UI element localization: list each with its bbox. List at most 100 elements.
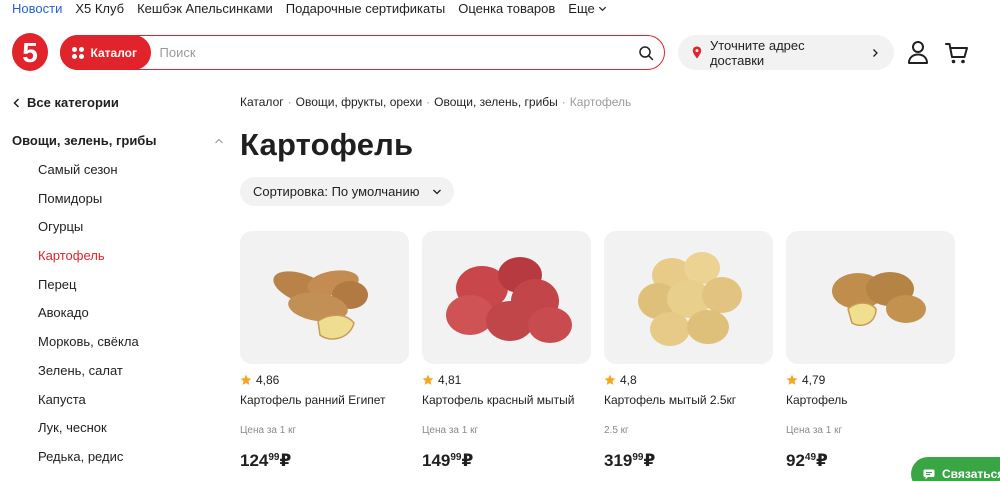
top-link-more-label: Еще bbox=[568, 1, 595, 16]
breadcrumb-separator: · bbox=[561, 95, 566, 109]
price-rubles: 92 bbox=[786, 451, 805, 470]
sidebar-item-avocado[interactable]: Авокадо bbox=[38, 303, 139, 332]
chevron-left-icon bbox=[13, 97, 20, 108]
product-card[interactable]: 4,8 Картофель мытый 2.5кг 2.5 кг 319 99 ₽ bbox=[604, 231, 773, 471]
product-image[interactable] bbox=[422, 231, 591, 364]
sort-label: Сортировка: По умолчанию bbox=[253, 184, 420, 199]
top-link-cashback[interactable]: Кешбэк Апельсинками bbox=[137, 0, 273, 17]
currency-symbol: ₽ bbox=[816, 451, 828, 470]
sidebar-item-radish[interactable]: Редька, редис bbox=[38, 447, 139, 476]
sidebar-item-cucumbers[interactable]: Огурцы bbox=[38, 217, 139, 246]
category-group-vegetables[interactable]: Овощи, зелень, грибы bbox=[12, 133, 224, 148]
product-card[interactable]: 4,86 Картофель ранний Египет Цена за 1 к… bbox=[240, 231, 409, 471]
top-link-more[interactable]: Еще bbox=[568, 0, 606, 17]
delivery-address-label: Уточните адрес доставки bbox=[709, 37, 805, 68]
sidebar-item-carrots-beets[interactable]: Морковь, свёкла bbox=[38, 332, 139, 361]
product-rating: 4,8 bbox=[604, 372, 773, 387]
sort-dropdown[interactable]: Сортировка: По умолчанию bbox=[240, 177, 454, 206]
potato-image-icon bbox=[637, 251, 742, 346]
currency-symbol: ₽ bbox=[279, 451, 292, 470]
star-icon bbox=[422, 374, 434, 385]
product-image[interactable] bbox=[604, 231, 773, 364]
product-card[interactable]: 4,79 Картофель Цена за 1 кг 92 49 ₽ bbox=[786, 231, 955, 471]
star-icon bbox=[240, 374, 252, 385]
location-pin-icon bbox=[692, 46, 702, 59]
product-image[interactable] bbox=[240, 231, 409, 364]
page-title: Картофель bbox=[240, 127, 414, 162]
price-kopecks: 49 bbox=[804, 452, 817, 463]
sidebar-item-greens-salad[interactable]: Зелень, салат bbox=[38, 361, 139, 390]
star-icon bbox=[604, 374, 616, 385]
all-categories-label: Все категории bbox=[27, 95, 119, 110]
potato-image-icon bbox=[445, 256, 572, 343]
top-link-x5-club[interactable]: X5 Клуб bbox=[75, 0, 124, 17]
top-links: Новости X5 Клуб Кешбэк Апельсинками Пода… bbox=[12, 0, 607, 17]
logo[interactable]: 5 bbox=[12, 33, 48, 71]
price-kopecks: 99 bbox=[450, 452, 462, 463]
rating-value: 4,81 bbox=[438, 372, 462, 387]
price-rubles: 149 bbox=[422, 451, 451, 470]
top-link-gift-cards[interactable]: Подарочные сертификаты bbox=[286, 0, 445, 17]
product-card[interactable]: 4,81 Картофель красный мытый Цена за 1 к… bbox=[422, 231, 591, 471]
rating-value: 4,86 bbox=[256, 372, 280, 387]
currency-symbol: ₽ bbox=[461, 451, 474, 470]
catalog-button[interactable]: Каталог bbox=[59, 35, 151, 70]
search-bar: Каталог bbox=[59, 35, 665, 70]
product-image[interactable] bbox=[786, 231, 955, 364]
breadcrumb-separator: · bbox=[426, 95, 431, 109]
user-icon[interactable] bbox=[906, 40, 930, 65]
top-link-reviews[interactable]: Оценка товаров bbox=[458, 0, 555, 17]
breadcrumb-vegetables-greens[interactable]: Овощи, зелень, грибы bbox=[434, 95, 558, 109]
breadcrumb: Каталог · Овощи, фрукты, орехи · Овощи, … bbox=[240, 95, 631, 109]
price-kopecks: 99 bbox=[268, 452, 280, 463]
product-name[interactable]: Картофель bbox=[786, 393, 955, 409]
product-name[interactable]: Картофель мытый 2.5кг bbox=[604, 393, 773, 409]
subcategory-list: Самый сезон Помидоры Огурцы Картофель Пе… bbox=[38, 160, 139, 476]
rating-value: 4,79 bbox=[802, 372, 826, 387]
product-name[interactable]: Картофель ранний Египет bbox=[240, 393, 409, 409]
all-categories-link[interactable]: Все категории bbox=[12, 95, 119, 110]
product-price: 319 99 ₽ bbox=[604, 451, 773, 471]
category-group-label: Овощи, зелень, грибы bbox=[12, 133, 157, 148]
cart-icon[interactable] bbox=[945, 41, 969, 65]
search-icon[interactable] bbox=[638, 45, 654, 61]
product-price: 149 99 ₽ bbox=[422, 451, 591, 471]
product-rating: 4,81 bbox=[422, 372, 591, 387]
breadcrumb-vegetables-fruits[interactable]: Овощи, фрукты, орехи bbox=[296, 95, 423, 109]
logo-five-icon: 5 bbox=[22, 37, 38, 67]
potato-image-icon bbox=[831, 271, 926, 326]
price-kopecks: 99 bbox=[632, 452, 644, 463]
logo-text: 5 bbox=[22, 37, 38, 67]
breadcrumb-catalog[interactable]: Каталог bbox=[240, 95, 284, 109]
product-unit: 2.5 кг bbox=[604, 425, 629, 436]
rating-value: 4,8 bbox=[620, 372, 637, 387]
star-icon bbox=[786, 374, 798, 385]
chat-button-label: Связаться bbox=[942, 467, 1000, 481]
product-rating: 4,79 bbox=[786, 372, 955, 387]
delivery-address-button[interactable]: Уточните адрес доставки bbox=[678, 35, 894, 70]
catalog-grid-icon bbox=[71, 46, 84, 59]
chat-button[interactable]: Связаться bbox=[911, 457, 1000, 481]
sidebar-item-peppers[interactable]: Перец bbox=[38, 275, 139, 304]
product-name[interactable]: Картофель красный мытый bbox=[422, 393, 591, 409]
sidebar-item-season[interactable]: Самый сезон bbox=[38, 160, 139, 189]
sidebar-item-cabbage[interactable]: Капуста bbox=[38, 390, 139, 419]
product-unit: Цена за 1 кг bbox=[422, 425, 479, 436]
currency-symbol: ₽ bbox=[643, 451, 656, 470]
product-unit: Цена за 1 кг bbox=[786, 425, 843, 436]
sidebar-item-tomatoes[interactable]: Помидоры bbox=[38, 189, 139, 218]
sidebar-item-onion-garlic[interactable]: Лук, чеснок bbox=[38, 418, 139, 447]
sidebar-item-potatoes[interactable]: Картофель bbox=[38, 246, 139, 275]
product-grid: 4,86 Картофель ранний Египет Цена за 1 к… bbox=[240, 231, 955, 471]
breadcrumb-current: Картофель bbox=[569, 95, 632, 109]
product-price: 124 99 ₽ bbox=[240, 451, 409, 471]
search-input[interactable] bbox=[159, 37, 638, 68]
chat-icon bbox=[923, 469, 935, 479]
top-link-news[interactable]: Новости bbox=[12, 0, 62, 17]
price-rubles: 124 bbox=[240, 451, 269, 470]
price-rubles: 319 bbox=[604, 451, 633, 470]
chevron-right-icon bbox=[873, 48, 878, 57]
chevron-up-icon bbox=[215, 138, 223, 143]
potato-image-icon bbox=[272, 269, 368, 340]
catalog-button-label: Каталог bbox=[90, 45, 138, 60]
